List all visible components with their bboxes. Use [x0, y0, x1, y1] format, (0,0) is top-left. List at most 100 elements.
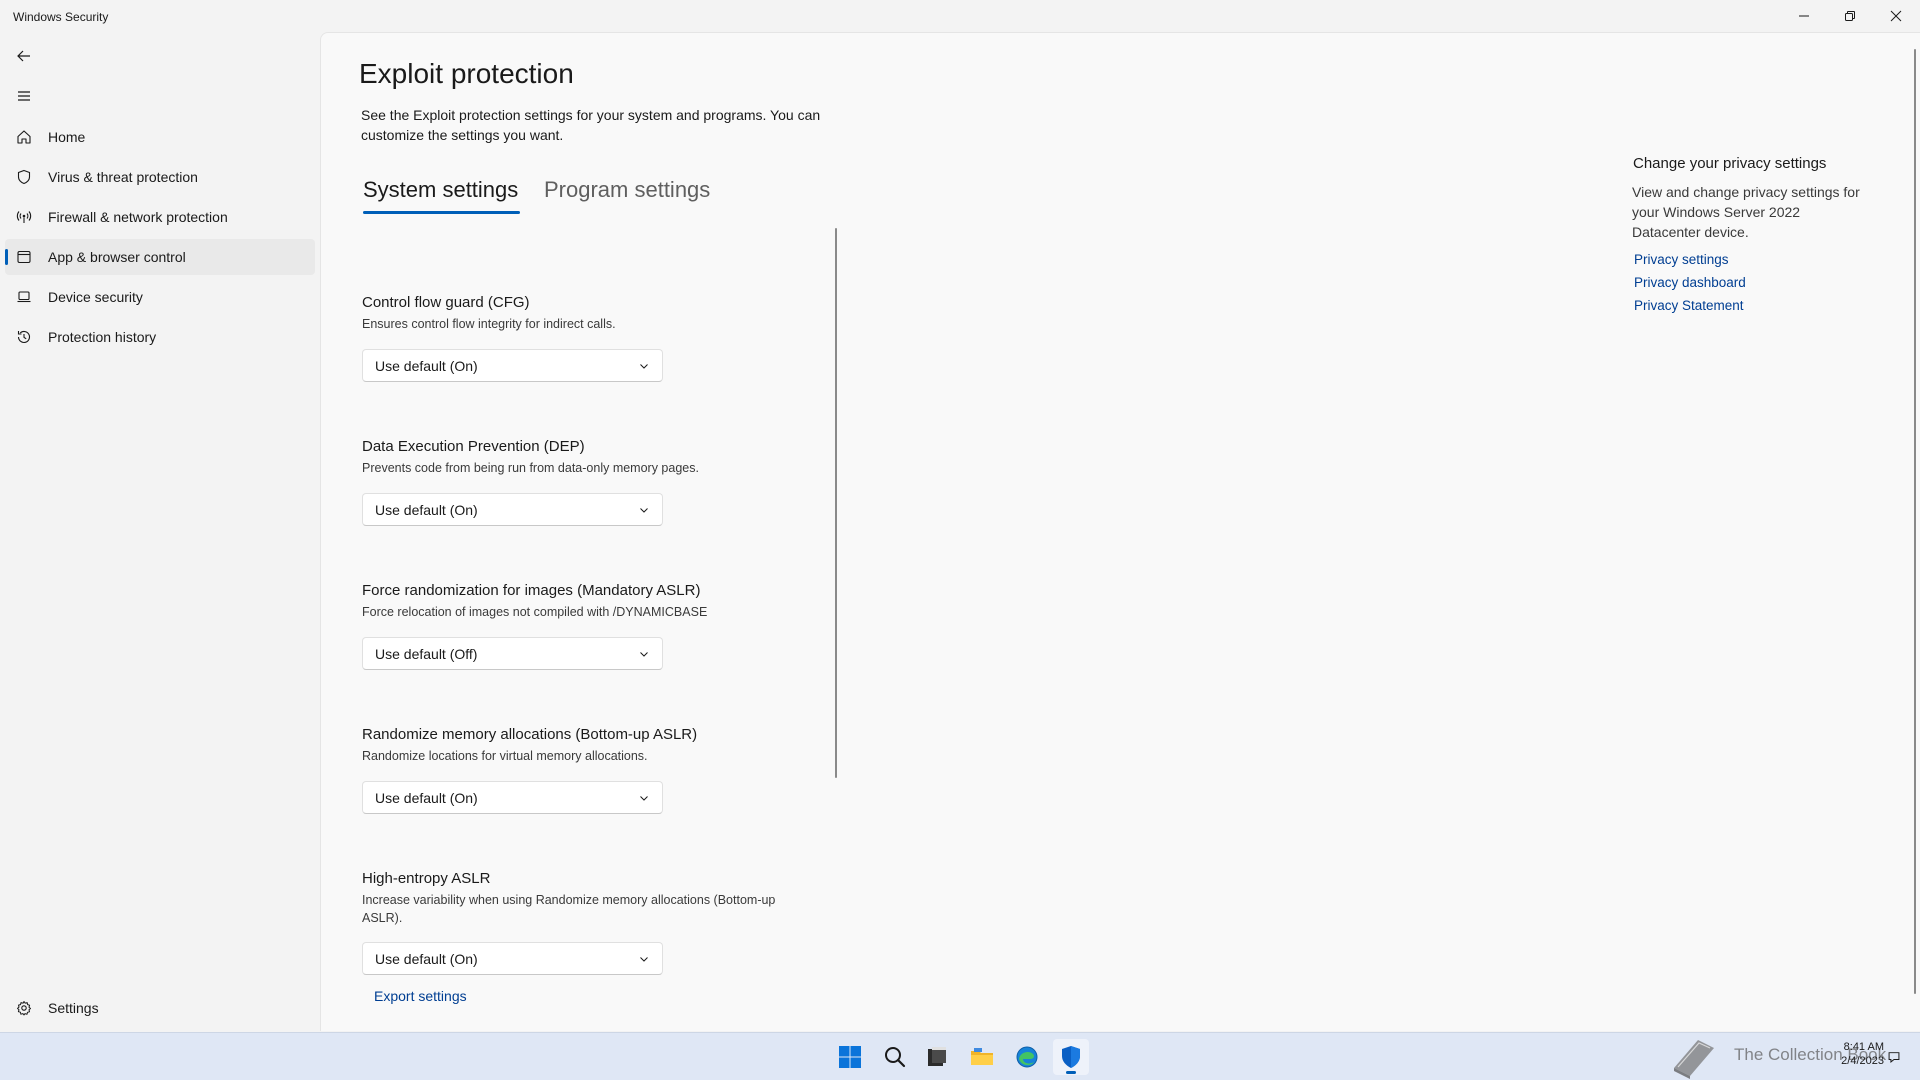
privacy-statement-link[interactable]: Privacy Statement [1634, 298, 1872, 313]
bottom-up-aslr-dropdown[interactable]: Use default (On) [362, 781, 663, 814]
restore-button[interactable] [1827, 0, 1873, 32]
clock-time: 8:41 AM [1843, 1041, 1884, 1053]
nav-item-protection-history[interactable]: Protection history [5, 319, 315, 355]
setting-mandatory-aslr: Force randomization for images (Mandator… [362, 582, 802, 621]
nav-item-settings[interactable]: Settings [5, 990, 315, 1026]
terminal-button[interactable] [919, 1039, 955, 1075]
privacy-panel: Change your privacy settings View and ch… [1632, 155, 1872, 313]
setting-title: Force randomization for images (Mandator… [362, 582, 701, 599]
dropdown-value: Use default (Off) [375, 645, 478, 662]
setting-high-entropy-aslr: High-entropy ASLR Increase variability w… [362, 870, 802, 927]
page-description: See the Exploit protection settings for … [361, 107, 821, 143]
nav-item-device-security[interactable]: Device security [5, 279, 315, 315]
dropdown-value: Use default (On) [375, 501, 478, 518]
setting-title: Data Execution Prevention (DEP) [362, 438, 585, 455]
taskbar: The Collection Book 8:41 AM 2/4/2023 [0, 1032, 1920, 1080]
hamburger-menu-icon [18, 91, 30, 101]
nav-item-home[interactable]: Home [5, 119, 315, 155]
setting-description: Prevents code from being run from data-o… [362, 461, 699, 475]
back-button[interactable] [8, 40, 40, 72]
setting-title: Randomize memory allocations (Bottom-up … [362, 726, 698, 743]
nav-label: Home [48, 129, 86, 145]
watermark-book-logo [1668, 1034, 1720, 1080]
app-window-icon [15, 249, 32, 266]
high-entropy-aslr-dropdown[interactable]: Use default (On) [362, 942, 663, 975]
nav-label: Settings [48, 1000, 99, 1016]
page-title: Exploit protection [359, 58, 574, 89]
gear-icon [15, 1000, 32, 1017]
settings-pane-scrollbar[interactable] [835, 228, 837, 778]
dropdown-value: Use default (On) [375, 950, 478, 967]
back-arrow-icon [17, 50, 30, 62]
setting-description: Randomize locations for virtual memory a… [362, 749, 648, 763]
laptop-icon [15, 289, 32, 306]
privacy-description: View and change privacy settings for you… [1632, 184, 1860, 240]
search-icon [885, 1047, 906, 1068]
close-icon [1890, 10, 1902, 22]
privacy-settings-link[interactable]: Privacy settings [1634, 252, 1872, 267]
windows-security-button[interactable] [1053, 1039, 1089, 1075]
nav-label: Firewall & network protection [48, 209, 228, 225]
book-icon [1674, 1040, 1714, 1079]
chevron-down-icon [640, 651, 648, 657]
setting-title: Control flow guard (CFG) [362, 294, 530, 311]
edge-button[interactable] [1009, 1039, 1045, 1075]
nav-item-firewall-network-protection[interactable]: Firewall & network protection [5, 199, 315, 235]
left-navigation: Home Virus & threat protection Firewall … [0, 32, 320, 1032]
nav-label: Virus & threat protection [48, 169, 198, 185]
dropdown-value: Use default (On) [375, 789, 478, 806]
nav-item-virus-threat-protection[interactable]: Virus & threat protection [5, 159, 315, 195]
close-button[interactable] [1873, 0, 1919, 32]
windows-start-icon [839, 1046, 861, 1068]
history-icon [15, 329, 32, 346]
chevron-down-icon [640, 795, 648, 801]
home-icon [15, 129, 32, 146]
notification-icon [1888, 1052, 1900, 1063]
antenna-icon [15, 209, 32, 226]
windows-start-button[interactable] [832, 1039, 868, 1075]
notifications-button[interactable] [1882, 1039, 1906, 1075]
setting-description: Force relocation of images not compiled … [362, 605, 708, 619]
setting-description: Increase variability when using Randomiz… [362, 893, 776, 925]
restore-icon [1845, 11, 1855, 21]
nav-label: App & browser control [48, 249, 186, 265]
dropdown-value: Use default (On) [375, 357, 478, 374]
title-bar: Windows Security [0, 0, 1920, 32]
nav-label: Protection history [48, 329, 157, 345]
mandatory-aslr-dropdown[interactable]: Use default (Off) [362, 637, 663, 670]
export-settings-link[interactable]: Export settings [374, 988, 467, 1004]
file-explorer-icon [971, 1048, 993, 1065]
system-clock[interactable]: 8:41 AM 2/4/2023 [1832, 1040, 1884, 1068]
active-tab-indicator [363, 211, 520, 214]
setting-bottom-up-aslr: Randomize memory allocations (Bottom-up … [362, 726, 802, 765]
nav-item-app-browser-control[interactable]: App & browser control [5, 239, 315, 275]
main-content: Exploit protection See the Exploit prote… [320, 32, 1920, 1031]
tab-system-settings[interactable]: System settings [363, 177, 518, 203]
shield-icon [15, 169, 32, 186]
setting-description: Ensures control flow integrity for indir… [362, 317, 616, 331]
privacy-dashboard-link[interactable]: Privacy dashboard [1634, 275, 1872, 290]
terminal-icon [928, 1047, 946, 1066]
search-button[interactable] [877, 1039, 913, 1075]
dep-dropdown[interactable]: Use default (On) [362, 493, 663, 526]
minimize-icon [1799, 15, 1809, 17]
menu-button[interactable] [8, 80, 40, 112]
window-title: Windows Security [13, 10, 109, 24]
main-scrollbar[interactable] [1914, 49, 1916, 994]
setting-title: High-entropy ASLR [362, 870, 491, 887]
tab-program-settings[interactable]: Program settings [544, 177, 710, 203]
system-settings-pane: Control flow guard (CFG) Ensures control… [321, 228, 841, 1028]
minimize-button[interactable] [1781, 0, 1827, 32]
setting-dep: Data Execution Prevention (DEP) Prevents… [362, 438, 802, 477]
clock-date: 2/4/2023 [1841, 1055, 1884, 1067]
privacy-title: Change your privacy settings [1633, 155, 1827, 172]
edge-icon [1016, 1046, 1038, 1068]
windows-security-icon [1062, 1046, 1080, 1068]
chevron-down-icon [640, 507, 648, 513]
setting-cfg: Control flow guard (CFG) Ensures control… [362, 294, 802, 333]
chevron-down-icon [640, 956, 648, 962]
file-explorer-button[interactable] [964, 1039, 1000, 1075]
nav-label: Device security [48, 289, 143, 305]
cfg-dropdown[interactable]: Use default (On) [362, 349, 663, 382]
chevron-down-icon [640, 363, 648, 369]
